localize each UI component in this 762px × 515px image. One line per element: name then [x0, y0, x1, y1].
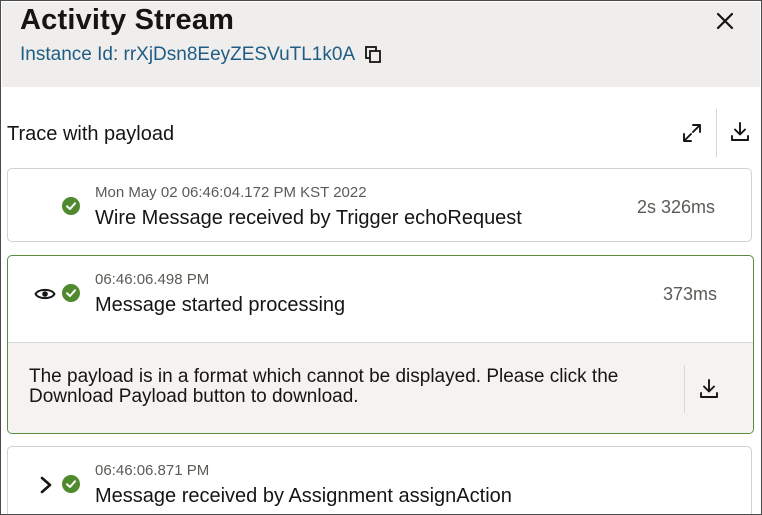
payload-divider	[684, 365, 685, 413]
activity-timestamp: 06:46:06.871 PM	[95, 462, 210, 479]
close-icon	[716, 12, 734, 30]
success-check-icon	[62, 284, 80, 302]
success-check-icon	[62, 475, 80, 493]
toolbar-divider	[716, 109, 717, 157]
chevron-right-icon[interactable]	[38, 475, 54, 495]
eye-icon[interactable]	[34, 286, 56, 302]
trace-label: Trace with payload	[7, 123, 175, 145]
activity-stream-panel: Activity Stream Instance Id: rrXjDsn8Eey…	[0, 0, 762, 515]
payload-message: The payload is in a format which cannot …	[29, 366, 619, 407]
download-icon	[700, 379, 718, 398]
download-trace-button[interactable]	[728, 120, 752, 144]
activity-duration: 373ms	[662, 284, 717, 304]
activity-item-expanded[interactable]: 06:46:06.498 PM Message started processi…	[7, 255, 754, 434]
download-icon	[731, 122, 749, 141]
activity-timestamp: Mon May 02 06:46:04.172 PM KST 2022	[95, 184, 367, 201]
payload-panel: The payload is in a format which cannot …	[8, 342, 753, 433]
expand-icon	[683, 124, 701, 142]
success-check-icon	[62, 197, 80, 215]
activity-message: Message received by Assignment assignAct…	[95, 485, 512, 507]
activity-item[interactable]: Mon May 02 06:46:04.172 PM KST 2022 Wire…	[7, 168, 752, 242]
close-button[interactable]	[712, 8, 738, 34]
panel-header: Activity Stream Instance Id: rrXjDsn8Eey…	[2, 2, 760, 87]
panel-title: Activity Stream	[20, 4, 235, 36]
copy-icon[interactable]	[363, 45, 383, 65]
activity-message: Wire Message received by Trigger echoReq…	[95, 207, 522, 229]
trace-toolbar: Trace with payload	[2, 105, 760, 161]
activity-timestamp: 06:46:06.498 PM	[95, 271, 210, 288]
instance-id: Instance Id: rrXjDsn8EeyZESVuTL1k0A	[20, 44, 383, 66]
activity-duration: 2s 326ms	[636, 197, 715, 217]
download-payload-button[interactable]	[697, 377, 721, 401]
activity-item[interactable]: 06:46:06.871 PM Message received by Assi…	[7, 446, 752, 514]
activity-message: Message started processing	[95, 294, 346, 316]
expand-button[interactable]	[680, 121, 704, 145]
instance-id-text: Instance Id: rrXjDsn8EeyZESVuTL1k0A	[20, 44, 356, 65]
